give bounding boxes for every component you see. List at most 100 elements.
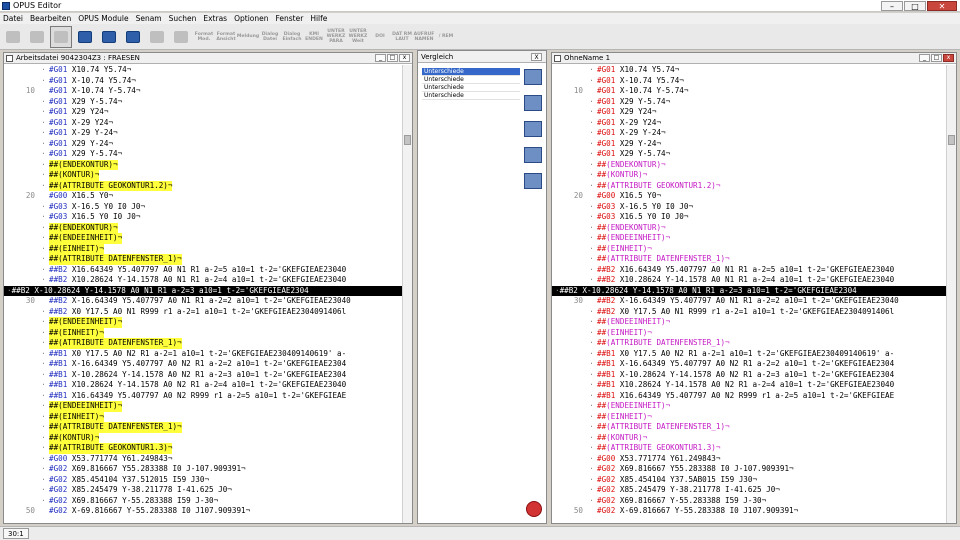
code-line[interactable]: · ##B1 X0 Y17.5 A0 N2 R1 a-2=1 a10=1 t-2=… — [552, 349, 946, 360]
sort-ab-icon[interactable] — [524, 69, 542, 85]
code-line[interactable]: · #G02 X85.454104 Y37.5AB015 I59 J30¬ — [552, 475, 946, 486]
code-line[interactable]: · ##B2 X16.64349 Y5.407797 A0 N1 R1 a-2=5… — [552, 265, 946, 276]
code-line[interactable]: · #G01 X10.74 Y5.74¬ — [552, 65, 946, 76]
toolbar-button[interactable]: DOI — [370, 26, 390, 48]
code-line[interactable]: · ##(EINHEIT)¬ — [552, 244, 946, 255]
code-line[interactable]: · ##B1 X-16.64349 Y5.407797 A0 N2 R1 a-2=… — [552, 359, 946, 370]
code-line[interactable]: 50 #G02 X-69.816667 Y-55.283388 I0 J107.9… — [4, 506, 402, 517]
menu-item[interactable]: OPUS Module — [78, 14, 128, 23]
code-line[interactable]: 20 #G00 X16.5 Y0¬ — [4, 191, 402, 202]
code-line[interactable]: · ##(ENDEKONTUR)¬ — [4, 222, 402, 233]
code-line[interactable]: · ##(EINHEIT)¬ — [552, 328, 946, 339]
menu-item[interactable]: Bearbeiten — [30, 14, 71, 23]
code-line[interactable]: · ##(ATTRIBUTE DATENFENSTER_1)¬ — [552, 338, 946, 349]
code-line[interactable]: · ##(EINHEIT)¬ — [4, 243, 402, 254]
new-file-button[interactable] — [2, 26, 24, 48]
code-line[interactable]: ·##B2 X-10.28624 Y-14.1578 A0 N1 R1 a-2=… — [4, 285, 402, 296]
code-line[interactable]: · ##(EINHEIT)¬ — [552, 412, 946, 423]
code-line[interactable]: · #G03 X-16.5 Y0 I0 J0¬ — [4, 202, 402, 213]
toolbar-button[interactable]: Dialog Einfach — [282, 26, 302, 48]
difference-item[interactable]: Unterschiede — [422, 84, 520, 92]
select-tool-button[interactable] — [50, 25, 72, 48]
binoculars-icon[interactable] — [74, 26, 96, 48]
code-line[interactable]: · ##(ATTRIBUTE GEOKONTUR1.2)¬ — [4, 180, 402, 191]
arrow-right-icon[interactable] — [146, 26, 168, 48]
code-line[interactable]: · #G00 X53.771774 Y61.249843¬ — [4, 454, 402, 465]
code-line[interactable]: 30 ##B2 X-16.64349 Y5.407797 A0 N1 R1 a-2… — [552, 296, 946, 307]
code-line[interactable]: · ##(ATTRIBUTE GEOKONTUR1.2)¬ — [552, 181, 946, 192]
difference-item[interactable]: Unterschiede — [422, 68, 520, 76]
binoculars-next-icon[interactable] — [122, 26, 144, 48]
difference-item[interactable]: Unterschiede — [422, 92, 520, 100]
compare-close-button[interactable]: X — [531, 53, 542, 61]
code-line[interactable]: · #G03 X16.5 Y0 I0 J0¬ — [552, 212, 946, 223]
code-line[interactable]: · ##(ATTRIBUTE GEOKONTUR1.3)¬ — [552, 443, 946, 454]
code-line[interactable]: · ##B1 X-16.64349 Y5.407797 A0 N2 R1 a-2=… — [4, 359, 402, 370]
code-line[interactable]: · ##B1 X-10.28624 Y-14.1578 A0 N2 R1 a-2=… — [552, 370, 946, 381]
minimize-button[interactable]: – — [881, 1, 903, 11]
toolbar-button[interactable]: KMI ENDEN — [304, 26, 324, 48]
maximize-button[interactable]: □ — [904, 1, 926, 11]
toolbar-button[interactable]: Meldung — [237, 26, 259, 48]
scroll-thumb[interactable] — [404, 135, 411, 145]
code-line[interactable]: ·##B2 X-10.28624 Y-14.1578 A0 N1 R1 a-2=… — [552, 285, 946, 296]
compare-remove-icon[interactable] — [524, 173, 542, 189]
toolbar-button[interactable]: UNTER WERKZ PARA — [326, 26, 346, 48]
code-area[interactable]: · #G01 X10.74 Y5.74¬ · #G01 X-10.74 Y5.74¬ 1… — [552, 65, 946, 523]
pane-maximize-button[interactable]: □ — [931, 54, 942, 62]
code-line[interactable]: · ##(ATTRIBUTE DATENFENSTER_1)¬ — [552, 422, 946, 433]
scroll-thumb[interactable] — [948, 135, 955, 145]
toolbar-button[interactable]: / REM — [436, 26, 456, 48]
code-line[interactable]: · #G01 X-29 Y24¬ — [552, 118, 946, 129]
code-line[interactable]: · ##(KONTUR)¬ — [552, 433, 946, 444]
compare-1-2-icon[interactable] — [524, 121, 542, 137]
code-line[interactable]: · #G01 X29 Y-5.74¬ — [552, 149, 946, 160]
vertical-scrollbar[interactable] — [946, 65, 956, 523]
difference-item[interactable]: Unterschiede — [422, 76, 520, 84]
toolbar-button[interactable]: DAT RM LAUT — [392, 26, 412, 48]
code-line[interactable]: · ##(ENDEEINHEIT)¬ — [4, 401, 402, 412]
code-line[interactable]: · ##(ATTRIBUTE DATENFENSTER_1)¬ — [4, 422, 402, 433]
exit-icon[interactable] — [526, 501, 542, 517]
code-line[interactable]: 30 ##B2 X-16.64349 Y5.407797 A0 N1 R1 a-2… — [4, 296, 402, 307]
code-line[interactable]: · ##(ATTRIBUTE GEOKONTUR1.3)¬ — [4, 443, 402, 454]
code-line[interactable]: · #G01 X29 Y-24¬ — [552, 139, 946, 150]
menu-item[interactable]: Hilfe — [310, 14, 327, 23]
code-line[interactable]: 20 #G00 X16.5 Y0¬ — [552, 191, 946, 202]
code-line[interactable]: · #G01 X10.74 Y5.74¬ — [4, 65, 402, 76]
code-line[interactable]: · ##(ENDEEINHEIT)¬ — [552, 233, 946, 244]
code-line[interactable]: · ##(ATTRIBUTE DATENFENSTER_1)¬ — [4, 254, 402, 265]
code-line[interactable]: · #G02 X69.816667 Y55.283388 I0 J-107.909… — [4, 464, 402, 475]
code-line[interactable]: · ##(ENDEEINHEIT)¬ — [4, 233, 402, 244]
code-line[interactable]: · #G01 X29 Y24¬ — [4, 107, 402, 118]
difference-list[interactable]: Unterschiede Unterschiede Unterschiede Unte… — [422, 68, 520, 100]
toolbar-button[interactable]: UNTER WERKZ Weit — [348, 26, 368, 48]
code-line[interactable]: · ##(KONTUR)¬ — [552, 170, 946, 181]
window-list-icon[interactable] — [524, 95, 542, 111]
code-line[interactable]: · ##(EINHEIT)¬ — [4, 327, 402, 338]
code-line[interactable]: · ##B2 X16.64349 Y5.407797 A0 N1 R1 a-2=5… — [4, 265, 402, 276]
toolbar-button[interactable]: AUFRUF NAMEN — [414, 26, 435, 48]
code-line[interactable]: · ##B2 X10.28624 Y-14.1578 A0 N1 R1 a-2=4… — [552, 275, 946, 286]
code-line[interactable]: · #G01 X-29 Y-24¬ — [4, 128, 402, 139]
code-line[interactable]: · ##B1 X0 Y17.5 A0 N2 R1 a-2=1 a10=1 t-2=… — [4, 349, 402, 360]
code-line[interactable]: · #G01 X29 Y24¬ — [552, 107, 946, 118]
code-line[interactable]: · ##(ENDEKONTUR)¬ — [4, 159, 402, 170]
pane-maximize-button[interactable]: □ — [387, 54, 398, 62]
code-line[interactable]: · ##B1 X-10.28624 Y-14.1578 A0 N2 R1 a-2=… — [4, 370, 402, 381]
code-line[interactable]: · #G03 X-16.5 Y0 I0 J0¬ — [552, 202, 946, 213]
code-line[interactable]: · #G03 X16.5 Y0 I0 J0¬ — [4, 212, 402, 223]
code-line[interactable]: · #G01 X29 Y-5.74¬ — [552, 97, 946, 108]
code-line[interactable]: · ##(ATTRIBUTE DATENFENSTER_1)¬ — [552, 254, 946, 265]
close-button[interactable]: ✕ — [927, 1, 957, 11]
menu-item[interactable]: Senam — [136, 14, 162, 23]
code-line[interactable]: · #G00 X53.771774 Y61.249843¬ — [552, 454, 946, 465]
compare-split-icon[interactable] — [524, 147, 542, 163]
code-line[interactable]: · #G02 X69.816667 Y-55.283388 I59 J-30¬ — [552, 496, 946, 507]
code-line[interactable]: · ##(ENDEEINHEIT)¬ — [552, 401, 946, 412]
code-line[interactable]: · #G02 X85.245479 Y-38.211778 I-41.625 J0… — [552, 485, 946, 496]
code-line[interactable]: · #G02 X69.816667 Y-55.283388 I59 J-30¬ — [4, 496, 402, 507]
toolbar-button[interactable]: Dialog Datei — [260, 26, 280, 48]
code-line[interactable]: 50 #G02 X-69.816667 Y-55.283388 I0 J107.9… — [552, 506, 946, 517]
code-line[interactable]: · ##(ATTRIBUTE DATENFENSTER_1)¬ — [4, 338, 402, 349]
